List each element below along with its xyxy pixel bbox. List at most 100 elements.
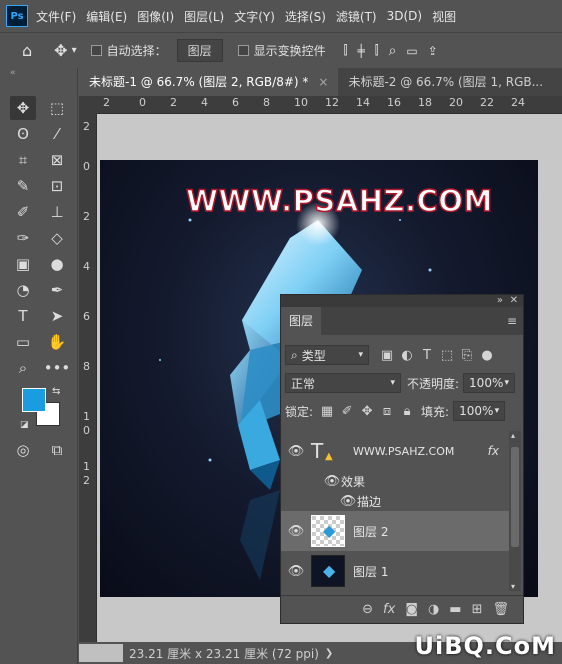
menu-select[interactable]: 选择(S) <box>285 8 326 25</box>
fx-badge[interactable]: fx <box>488 444 499 458</box>
filter-smart-object-icon[interactable]: ⎘ <box>457 348 477 363</box>
opacity-field[interactable]: 100% ▾ <box>463 373 516 393</box>
scroll-down-icon[interactable]: ▾ <box>511 582 515 591</box>
ruler-corner <box>79 96 97 114</box>
tab-document-1[interactable]: 未标题-1 @ 66.7% (图层 2, RGB/8#) * × <box>79 68 339 96</box>
move-tool-icon[interactable]: ✥ <box>10 96 36 120</box>
pen-tool-icon[interactable]: ✒ <box>44 278 70 302</box>
spot-healing-icon[interactable]: ⊡ <box>44 174 70 198</box>
path-selection-icon[interactable]: ➤ <box>44 304 70 328</box>
eyedropper-icon[interactable]: ✎ <box>10 174 36 198</box>
align-center-icon[interactable]: ╪ <box>357 44 364 58</box>
filter-kind-dropdown[interactable]: ⌕ 类型 ▾ <box>285 345 369 365</box>
collapse-icon[interactable]: « <box>0 68 77 80</box>
new-adjustment-icon[interactable]: ◑ <box>428 602 439 617</box>
effects-row[interactable]: 👁︎ 效果 <box>281 471 509 491</box>
default-colors-icon[interactable]: ◪ <box>20 420 29 430</box>
home-icon[interactable]: ⌂ <box>22 41 32 60</box>
stroke-effect-row[interactable]: 👁︎ 描边 <box>281 491 509 511</box>
new-group-icon[interactable]: ▬ <box>449 602 461 617</box>
lock-all-icon[interactable]: 🔒︎ <box>397 404 417 419</box>
move-tool-icon[interactable]: ✥ <box>54 41 67 60</box>
type-tool-icon[interactable]: T <box>10 304 36 328</box>
lasso-tool-icon[interactable]: ʘ <box>10 122 36 146</box>
chevron-down-icon[interactable]: ▾ <box>72 45 77 56</box>
blend-mode-dropdown[interactable]: 正常 ▾ <box>285 373 401 393</box>
foreground-color-swatch[interactable] <box>22 388 46 412</box>
checkbox-box[interactable] <box>237 45 249 56</box>
crop-tool-icon[interactable]: ⌗ <box>10 148 36 172</box>
auto-select-checkbox[interactable]: 自动选择： <box>90 42 167 59</box>
eye-icon[interactable]: 👁︎ <box>323 474 341 489</box>
menu-edit[interactable]: 编辑(E) <box>86 8 127 25</box>
tab-layers[interactable]: 图层 <box>281 307 322 335</box>
lock-position-icon[interactable]: ✥ <box>357 404 377 419</box>
eye-icon[interactable]: 👁︎ <box>281 444 311 459</box>
clone-stamp-icon[interactable]: ⊥ <box>44 200 70 224</box>
layer-row-text[interactable]: 👁︎ T ▲ WWW.PSAHZ.COM fx <box>281 431 509 471</box>
menu-type[interactable]: 文字(Y) <box>234 8 275 25</box>
panel-menu-icon[interactable]: ≡ <box>507 314 517 328</box>
lock-transparent-icon[interactable]: ▦ <box>317 404 337 419</box>
magic-wand-icon[interactable]: ⁄ <box>44 122 70 146</box>
brush-tool-icon[interactable]: ✐ <box>10 200 36 224</box>
menu-filter[interactable]: 滤镜(T) <box>336 8 377 25</box>
eraser-icon[interactable]: ◇ <box>44 226 70 250</box>
menu-view[interactable]: 视图 <box>432 8 456 25</box>
menu-layer[interactable]: 图层(L) <box>184 8 224 25</box>
close-icon[interactable]: ✕ <box>510 295 518 306</box>
align-right-icon[interactable]: ⫿ <box>375 43 379 58</box>
delete-layer-icon[interactable]: 🗑︎ <box>492 602 509 617</box>
align-left-icon[interactable]: ⫿ <box>344 43 348 58</box>
gradient-tool-icon[interactable]: ▣ <box>10 252 36 276</box>
tab-document-2[interactable]: 未标题-2 @ 66.7% (图层 1, RGB... <box>338 68 553 96</box>
zoom-tool-icon[interactable]: ⌕ <box>10 356 36 380</box>
filter-toggle-icon[interactable]: ● <box>477 348 497 363</box>
filter-type-icon[interactable]: T <box>417 348 437 363</box>
rectangle-tool-icon[interactable]: ▭ <box>10 330 36 354</box>
layer-row-2[interactable]: 👁︎ ◆ 图层 2 <box>281 511 509 551</box>
history-brush-icon[interactable]: ✑ <box>10 226 36 250</box>
quick-mask-icon[interactable]: ◎ <box>10 438 36 462</box>
fill-field[interactable]: 100% ▾ <box>453 401 506 421</box>
link-layers-icon[interactable]: ⊖ <box>362 602 373 617</box>
screen-mode-icon[interactable]: ⧉ <box>44 438 70 462</box>
close-icon[interactable]: × <box>318 75 328 89</box>
frame-tool-icon[interactable]: ⊠ <box>44 148 70 172</box>
show-transform-checkbox[interactable]: 显示变换控件 <box>237 42 326 59</box>
more-tools-icon[interactable]: ••• <box>44 356 71 380</box>
auto-select-target-dropdown[interactable]: 图层 <box>176 39 223 62</box>
search-icon[interactable]: ⌕ <box>389 43 397 59</box>
share-icon[interactable]: ⇪ <box>428 44 438 58</box>
eye-icon[interactable]: 👁︎ <box>281 564 311 579</box>
menu-file[interactable]: 文件(F) <box>36 8 76 25</box>
layer-row-1[interactable]: 👁︎ ◆ 图层 1 <box>281 551 509 591</box>
scroll-up-icon[interactable]: ▴ <box>511 431 515 440</box>
zoom-field[interactable] <box>79 644 123 662</box>
checkbox-box[interactable] <box>90 45 102 56</box>
filter-shape-icon[interactable]: ⬚ <box>437 348 457 363</box>
new-layer-icon[interactable]: ⊞ <box>472 602 483 617</box>
menu-image[interactable]: 图像(I) <box>137 8 174 25</box>
marquee-tool-icon[interactable]: ⬚ <box>44 96 70 120</box>
filter-adjustment-icon[interactable]: ◐ <box>397 348 417 363</box>
eye-icon[interactable]: 👁︎ <box>281 524 311 539</box>
menu-3d[interactable]: 3D(D) <box>387 9 422 23</box>
layers-list: 👁︎ T ▲ WWW.PSAHZ.COM fx 👁︎ 效果 👁︎ 描边 👁︎ ◆ … <box>281 431 509 591</box>
collapse-panel-icon[interactable]: » <box>497 295 503 306</box>
filter-pixel-icon[interactable]: ▣ <box>377 348 397 363</box>
scroll-thumb[interactable] <box>511 447 519 547</box>
dodge-tool-icon[interactable]: ◔ <box>10 278 36 302</box>
eye-icon[interactable]: 👁︎ <box>339 494 357 509</box>
status-menu-icon[interactable]: ❯ <box>325 648 333 659</box>
layers-scrollbar[interactable]: ▴ ▾ <box>509 431 521 591</box>
add-mask-icon[interactable]: ◙ <box>405 602 418 617</box>
swap-colors-icon[interactable]: ⇆ <box>52 386 60 397</box>
add-style-icon[interactable]: fx <box>383 602 395 617</box>
workspace-icon[interactable]: ▭ <box>406 44 417 58</box>
blur-tool-icon[interactable]: ● <box>44 252 70 276</box>
effects-label: 效果 <box>341 474 366 489</box>
lock-image-icon[interactable]: ✐ <box>337 404 357 419</box>
hand-tool-icon[interactable]: ✋ <box>44 330 70 354</box>
lock-artboard-icon[interactable]: ⧈ <box>377 404 397 419</box>
